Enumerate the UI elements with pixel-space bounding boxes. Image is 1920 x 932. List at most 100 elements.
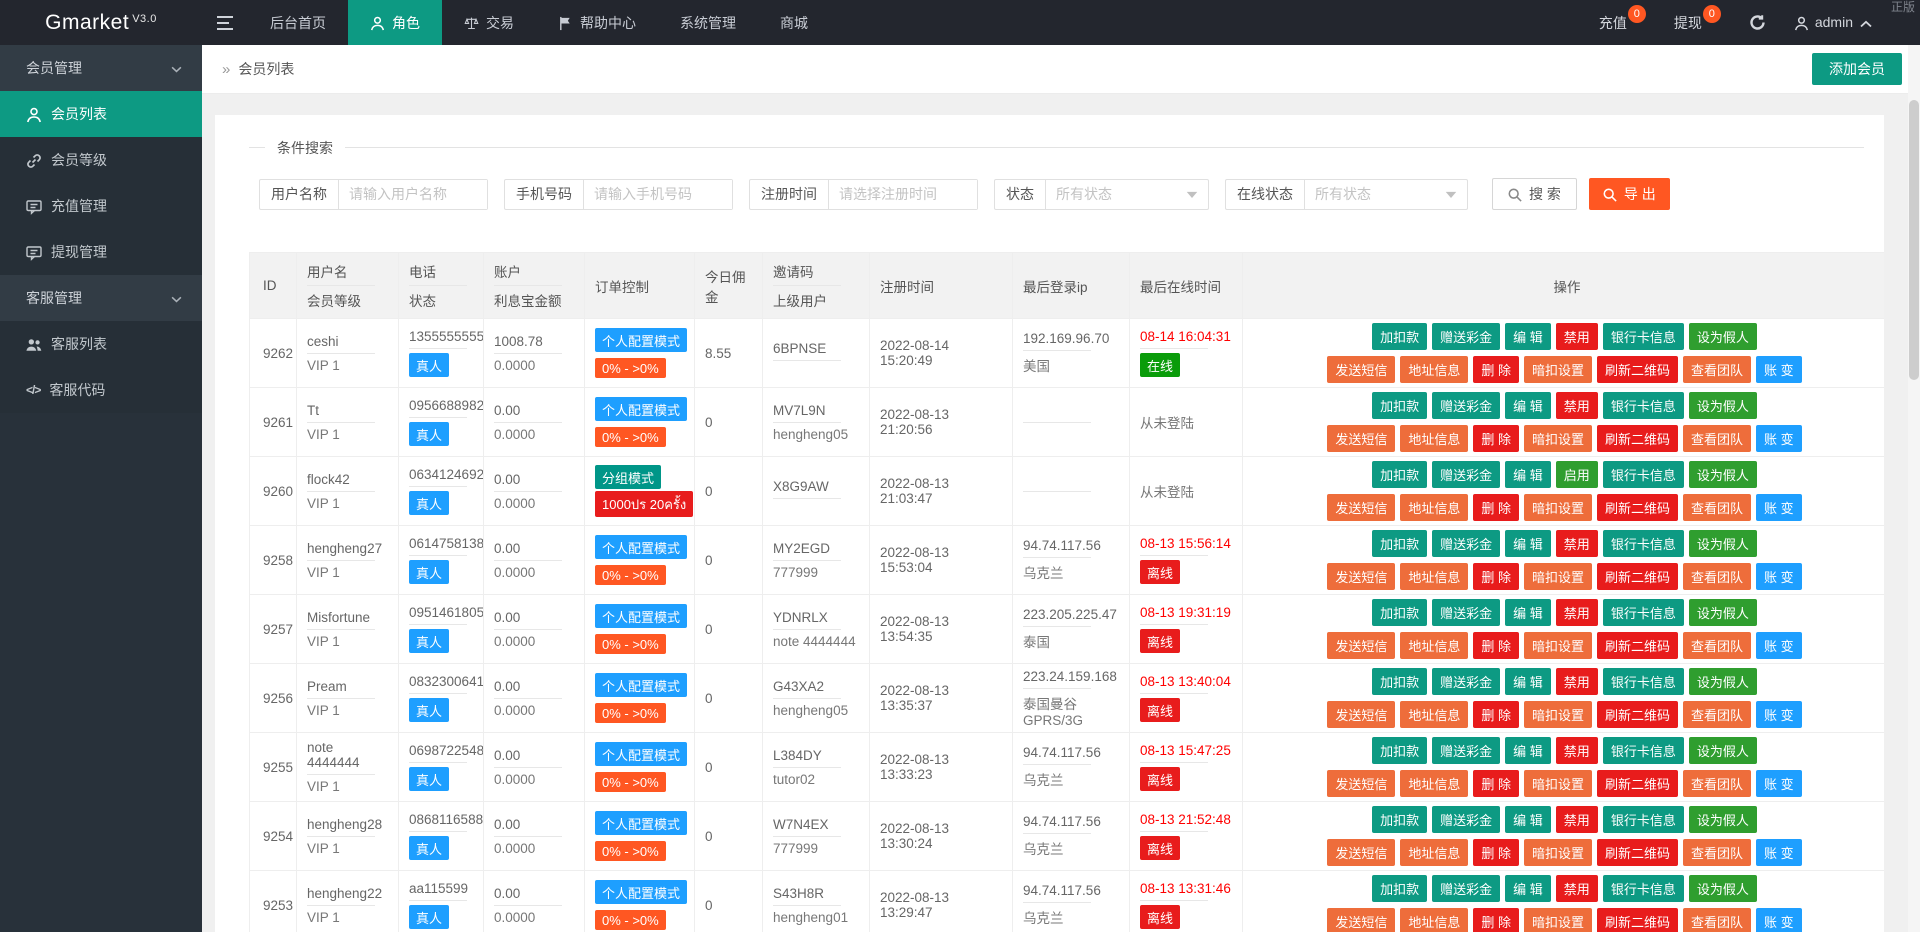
- nav-item-home[interactable]: 后台首页: [248, 0, 348, 45]
- nav-item-help-center[interactable]: 帮助中心: [536, 0, 658, 45]
- add-deduct-button[interactable]: 加扣款: [1372, 668, 1427, 695]
- delete-button[interactable]: 删 除: [1473, 839, 1519, 866]
- disable-button[interactable]: 禁用: [1556, 875, 1598, 902]
- account-change-button[interactable]: 账 变: [1756, 632, 1802, 659]
- view-team-button[interactable]: 查看团队: [1683, 701, 1751, 728]
- add-deduct-button[interactable]: 加扣款: [1372, 737, 1427, 764]
- refresh-button[interactable]: [1735, 14, 1780, 32]
- disable-button[interactable]: 禁用: [1556, 737, 1598, 764]
- delete-button[interactable]: 删 除: [1473, 632, 1519, 659]
- delete-button[interactable]: 删 除: [1473, 908, 1519, 932]
- hamburger-icon[interactable]: [202, 0, 248, 45]
- send-sms-button[interactable]: 发送短信: [1327, 839, 1395, 866]
- add-deduct-button[interactable]: 加扣款: [1372, 530, 1427, 557]
- sidebar-group-member-manage[interactable]: 会员管理: [0, 45, 202, 91]
- order-rate-badge[interactable]: 0% - >0%: [595, 358, 666, 378]
- address-info-button[interactable]: 地址信息: [1400, 632, 1468, 659]
- order-rate-badge[interactable]: 1000ปร 20ครั้ง: [595, 491, 693, 517]
- edit-button[interactable]: 编 辑: [1505, 461, 1551, 488]
- edit-button[interactable]: 编 辑: [1505, 737, 1551, 764]
- address-info-button[interactable]: 地址信息: [1400, 701, 1468, 728]
- edit-button[interactable]: 编 辑: [1505, 668, 1551, 695]
- enable-button[interactable]: 启用: [1556, 461, 1598, 488]
- delete-button[interactable]: 删 除: [1473, 701, 1519, 728]
- hidden-deduct-settings-button[interactable]: 暗扣设置: [1524, 563, 1592, 590]
- refresh-qrcode-button[interactable]: 刷新二维码: [1597, 632, 1678, 659]
- withdraw-link[interactable]: 提现 0: [1660, 13, 1735, 33]
- add-deduct-button[interactable]: 加扣款: [1372, 875, 1427, 902]
- sidebar-item-recharge-manage[interactable]: 充值管理: [0, 183, 202, 229]
- admin-menu[interactable]: admin: [1780, 14, 1886, 31]
- sidebar-item-service-code[interactable]: </>客服代码: [0, 367, 202, 413]
- gift-bonus-button[interactable]: 赠送彩金: [1432, 875, 1500, 902]
- order-mode-badge[interactable]: 个人配置模式: [595, 328, 687, 352]
- set-fake-button[interactable]: 设为假人: [1689, 461, 1757, 488]
- view-team-button[interactable]: 查看团队: [1683, 563, 1751, 590]
- refresh-qrcode-button[interactable]: 刷新二维码: [1597, 908, 1678, 932]
- order-mode-badge[interactable]: 个人配置模式: [595, 397, 687, 421]
- hidden-deduct-settings-button[interactable]: 暗扣设置: [1524, 770, 1592, 797]
- edit-button[interactable]: 编 辑: [1505, 875, 1551, 902]
- address-info-button[interactable]: 地址信息: [1400, 425, 1468, 452]
- order-rate-badge[interactable]: 0% - >0%: [595, 910, 666, 930]
- set-fake-button[interactable]: 设为假人: [1689, 323, 1757, 350]
- view-team-button[interactable]: 查看团队: [1683, 908, 1751, 932]
- refresh-qrcode-button[interactable]: 刷新二维码: [1597, 494, 1678, 521]
- hidden-deduct-settings-button[interactable]: 暗扣设置: [1524, 839, 1592, 866]
- sidebar-item-member-level[interactable]: 会员等级: [0, 137, 202, 183]
- gift-bonus-button[interactable]: 赠送彩金: [1432, 323, 1500, 350]
- bank-card-info-button[interactable]: 银行卡信息: [1603, 392, 1684, 419]
- address-info-button[interactable]: 地址信息: [1400, 908, 1468, 932]
- account-change-button[interactable]: 账 变: [1756, 908, 1802, 932]
- add-deduct-button[interactable]: 加扣款: [1372, 806, 1427, 833]
- bank-card-info-button[interactable]: 银行卡信息: [1603, 806, 1684, 833]
- scrollbar-thumb[interactable]: [1909, 100, 1919, 380]
- order-rate-badge[interactable]: 0% - >0%: [595, 427, 666, 447]
- delete-button[interactable]: 删 除: [1473, 425, 1519, 452]
- set-fake-button[interactable]: 设为假人: [1689, 668, 1757, 695]
- sidebar-item-withdraw-manage[interactable]: 提现管理: [0, 229, 202, 275]
- order-mode-badge[interactable]: 个人配置模式: [595, 604, 687, 628]
- bank-card-info-button[interactable]: 银行卡信息: [1603, 599, 1684, 626]
- address-info-button[interactable]: 地址信息: [1400, 563, 1468, 590]
- refresh-qrcode-button[interactable]: 刷新二维码: [1597, 701, 1678, 728]
- filter-phone-input[interactable]: [584, 180, 732, 209]
- gift-bonus-button[interactable]: 赠送彩金: [1432, 392, 1500, 419]
- delete-button[interactable]: 删 除: [1473, 563, 1519, 590]
- send-sms-button[interactable]: 发送短信: [1327, 701, 1395, 728]
- view-team-button[interactable]: 查看团队: [1683, 425, 1751, 452]
- order-mode-badge[interactable]: 个人配置模式: [595, 880, 687, 904]
- hidden-deduct-settings-button[interactable]: 暗扣设置: [1524, 908, 1592, 932]
- address-info-button[interactable]: 地址信息: [1400, 770, 1468, 797]
- send-sms-button[interactable]: 发送短信: [1327, 563, 1395, 590]
- set-fake-button[interactable]: 设为假人: [1689, 392, 1757, 419]
- address-info-button[interactable]: 地址信息: [1400, 839, 1468, 866]
- view-team-button[interactable]: 查看团队: [1683, 839, 1751, 866]
- account-change-button[interactable]: 账 变: [1756, 494, 1802, 521]
- view-team-button[interactable]: 查看团队: [1683, 356, 1751, 383]
- view-team-button[interactable]: 查看团队: [1683, 632, 1751, 659]
- order-rate-badge[interactable]: 0% - >0%: [595, 772, 666, 792]
- view-team-button[interactable]: 查看团队: [1683, 770, 1751, 797]
- gift-bonus-button[interactable]: 赠送彩金: [1432, 668, 1500, 695]
- refresh-qrcode-button[interactable]: 刷新二维码: [1597, 356, 1678, 383]
- set-fake-button[interactable]: 设为假人: [1689, 875, 1757, 902]
- delete-button[interactable]: 删 除: [1473, 356, 1519, 383]
- account-change-button[interactable]: 账 变: [1756, 770, 1802, 797]
- add-deduct-button[interactable]: 加扣款: [1372, 323, 1427, 350]
- address-info-button[interactable]: 地址信息: [1400, 494, 1468, 521]
- send-sms-button[interactable]: 发送短信: [1327, 908, 1395, 932]
- gift-bonus-button[interactable]: 赠送彩金: [1432, 806, 1500, 833]
- order-rate-badge[interactable]: 0% - >0%: [595, 841, 666, 861]
- delete-button[interactable]: 删 除: [1473, 494, 1519, 521]
- disable-button[interactable]: 禁用: [1556, 392, 1598, 419]
- order-rate-badge[interactable]: 0% - >0%: [595, 565, 666, 585]
- hidden-deduct-settings-button[interactable]: 暗扣设置: [1524, 356, 1592, 383]
- hidden-deduct-settings-button[interactable]: 暗扣设置: [1524, 425, 1592, 452]
- order-mode-badge[interactable]: 分组模式: [595, 465, 661, 489]
- nav-item-mall[interactable]: 商城: [758, 0, 830, 45]
- order-mode-badge[interactable]: 个人配置模式: [595, 742, 687, 766]
- nav-item-trade[interactable]: 交易: [442, 0, 536, 45]
- disable-button[interactable]: 禁用: [1556, 530, 1598, 557]
- order-rate-badge[interactable]: 0% - >0%: [595, 634, 666, 654]
